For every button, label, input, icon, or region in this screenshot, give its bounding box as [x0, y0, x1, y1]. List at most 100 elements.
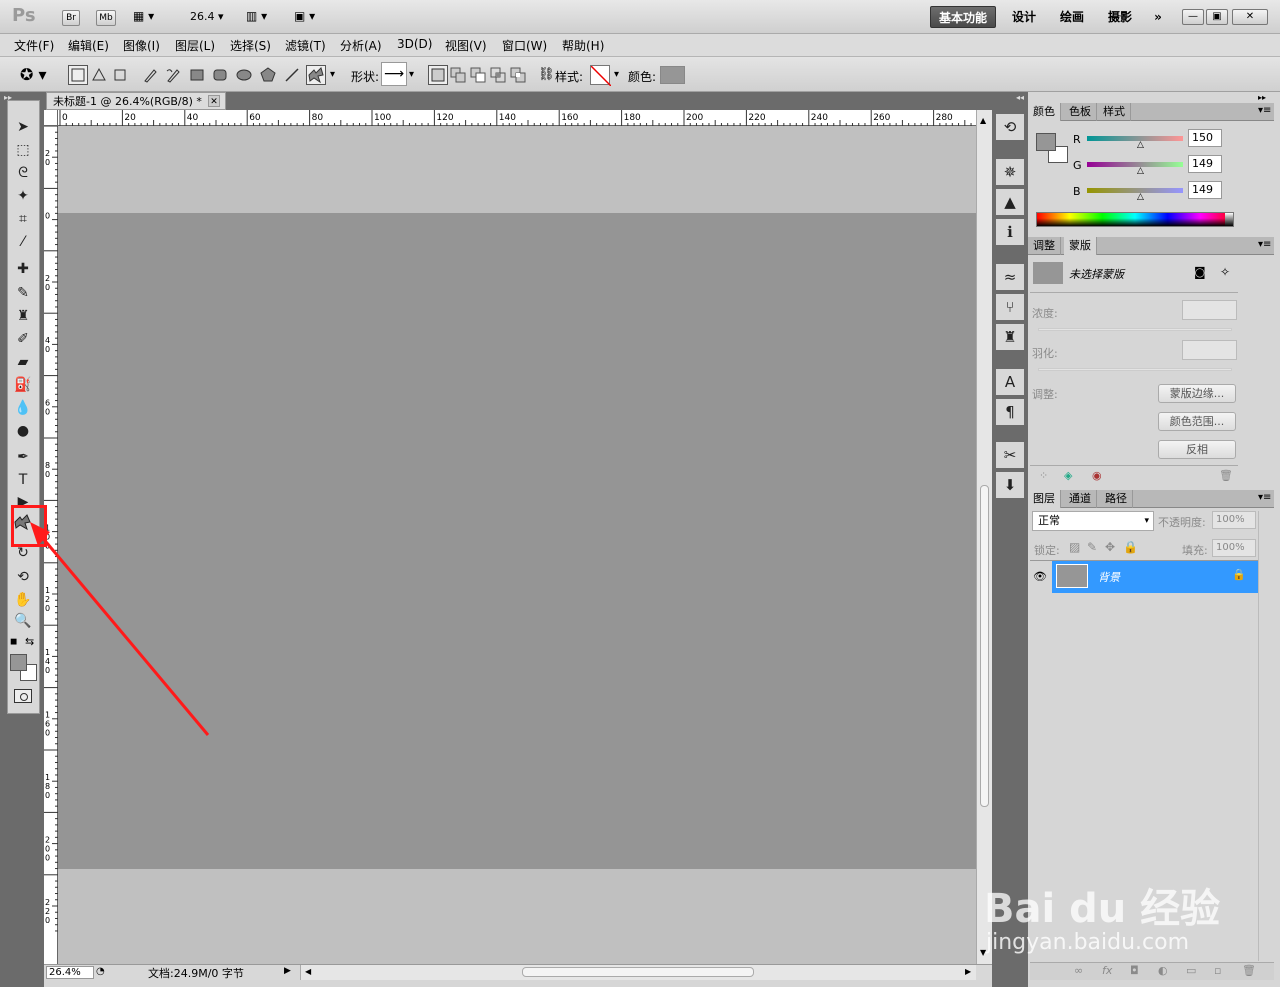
custom-shape-tool-icon[interactable]	[306, 65, 326, 85]
geometry-options-dropdown[interactable]: ▾	[330, 69, 335, 80]
color-swatch[interactable]	[660, 66, 685, 84]
character-panel-icon[interactable]: A	[996, 369, 1024, 395]
apply-mask-icon[interactable]: ◈	[1064, 469, 1072, 482]
link-icon[interactable]: ⛓	[538, 67, 555, 82]
line-tool-icon[interactable]	[282, 65, 302, 85]
layers-panel-menu-icon[interactable]: ▾≡	[1258, 492, 1271, 503]
delete-layer-icon[interactable]: 🗑	[1242, 964, 1256, 977]
add-mask-icon[interactable]: ◘	[1130, 964, 1139, 977]
screen-mode-dropdown[interactable]: ▣ ▾	[294, 9, 315, 23]
status-info-icon[interactable]: ◔	[96, 966, 105, 977]
color-panel-foreground-swatch[interactable]	[1036, 133, 1056, 151]
load-selection-icon[interactable]: ⁘	[1039, 469, 1048, 482]
info-panel-icon[interactable]: ℹ	[996, 219, 1024, 245]
scroll-up-icon[interactable]: ▲	[980, 116, 986, 125]
vertical-scrollbar[interactable]: ▲ ▼	[976, 110, 992, 964]
tab-adjustments[interactable]: 调整	[1028, 237, 1061, 255]
3d-camera-panel-icon[interactable]: ⬇	[996, 472, 1024, 498]
new-group-icon[interactable]: ▭	[1186, 964, 1196, 977]
visibility-eye-icon[interactable]: 👁	[1030, 563, 1050, 591]
create-new-shape-layer-icon[interactable]	[428, 65, 448, 85]
lock-position-icon[interactable]: ✥	[1105, 540, 1115, 554]
close-window-button[interactable]: ✕	[1232, 9, 1268, 25]
scroll-left-icon[interactable]: ◀	[305, 967, 311, 976]
feather-field[interactable]	[1182, 340, 1237, 360]
layer-row-background[interactable]: 背景 🔒	[1052, 561, 1258, 593]
menu-window[interactable]: 窗口(W)	[502, 37, 547, 54]
menu-analysis[interactable]: 分析(A)	[340, 37, 382, 54]
red-slider-thumb[interactable]: △	[1137, 140, 1144, 150]
horizontal-scroll-thumb[interactable]	[522, 967, 754, 977]
status-menu-icon[interactable]: ▶	[284, 966, 291, 976]
more-workspaces-icon[interactable]: »	[1148, 6, 1168, 28]
lock-image-icon[interactable]: ✎	[1087, 540, 1097, 554]
adjustment-layer-icon[interactable]: ◐	[1158, 964, 1168, 977]
color-range-button[interactable]: 颜色范围...	[1158, 412, 1236, 431]
tab-styles[interactable]: 样式	[1098, 103, 1131, 121]
lock-all-icon[interactable]: 🔒	[1123, 540, 1138, 554]
new-layer-icon[interactable]: ▫	[1214, 964, 1221, 977]
tab-color[interactable]: 颜色	[1028, 103, 1061, 121]
opacity-field[interactable]: 100%	[1212, 511, 1256, 529]
restore-button[interactable]: ▣	[1206, 9, 1228, 25]
vector-mask-icon[interactable]: ✧	[1220, 265, 1230, 279]
tool-presets-panel-icon[interactable]: ⑂	[996, 294, 1024, 320]
workspace-design[interactable]: 设计	[1008, 6, 1040, 28]
density-slider[interactable]	[1038, 328, 1232, 331]
history-panel-icon[interactable]: ⟲	[996, 114, 1024, 140]
navigator-panel-icon[interactable]: ✵	[996, 159, 1024, 185]
color-spectrum-bar[interactable]	[1036, 212, 1234, 227]
feather-slider[interactable]	[1038, 368, 1232, 371]
menu-filter[interactable]: 滤镜(T)	[285, 37, 326, 54]
tab-channels[interactable]: 通道	[1064, 490, 1097, 508]
horizontal-scrollbar[interactable]: ◀ ▶	[300, 965, 976, 980]
layer-style-icon[interactable]: fx	[1102, 964, 1112, 977]
status-zoom-field[interactable]: 26.4%	[46, 966, 94, 979]
tab-masks[interactable]: 蒙版	[1064, 237, 1097, 255]
tab-swatches[interactable]: 色板	[1064, 103, 1097, 121]
menu-3d[interactable]: 3D(D)	[397, 37, 432, 51]
3d-panel-icon[interactable]: ✂	[996, 442, 1024, 468]
invert-button[interactable]: 反相	[1158, 440, 1236, 459]
brushes-panel-icon[interactable]: ≈	[996, 264, 1024, 290]
vertical-scroll-thumb[interactable]	[980, 485, 989, 807]
disable-mask-icon[interactable]: ◉	[1092, 469, 1102, 482]
workspace-essentials[interactable]: 基本功能	[930, 6, 996, 28]
green-value-field[interactable]: 149	[1188, 155, 1222, 173]
red-slider[interactable]	[1087, 136, 1183, 141]
lock-transparent-icon[interactable]: ▨	[1069, 540, 1080, 554]
minimize-button[interactable]: —	[1182, 9, 1204, 25]
scroll-right-icon[interactable]: ▶	[965, 967, 971, 976]
menu-help[interactable]: 帮助(H)	[562, 37, 604, 54]
shape-picker-dropdown[interactable]: ▾	[409, 69, 414, 80]
collapse-panels-icon[interactable]: ▸▸	[1258, 93, 1266, 102]
blue-slider-thumb[interactable]: △	[1137, 192, 1144, 202]
mask-edge-button[interactable]: 蒙版边缘...	[1158, 384, 1236, 403]
intersect-shape-areas-icon[interactable]	[488, 65, 508, 85]
density-field[interactable]	[1182, 300, 1237, 320]
paragraph-panel-icon[interactable]: ¶	[996, 399, 1024, 425]
color-panel-menu-icon[interactable]: ▾≡	[1258, 105, 1271, 116]
green-slider[interactable]	[1087, 162, 1183, 167]
blue-slider[interactable]	[1087, 188, 1183, 193]
shape-picker[interactable]: ⟶	[381, 62, 407, 86]
clone-source-panel-icon[interactable]: ♜	[996, 324, 1024, 350]
collapse-dock-icon[interactable]: ◂◂	[1016, 93, 1024, 102]
layers-scrollbar[interactable]	[1258, 511, 1274, 961]
add-to-shape-area-icon[interactable]	[448, 65, 468, 85]
blend-mode-dropdown[interactable]: 正常 ▾	[1032, 511, 1154, 531]
workspace-painting[interactable]: 绘画	[1056, 6, 1088, 28]
red-value-field[interactable]: 150	[1188, 129, 1222, 147]
subtract-from-shape-area-icon[interactable]	[468, 65, 488, 85]
fill-field[interactable]: 100%	[1212, 539, 1256, 557]
style-picker[interactable]	[590, 65, 611, 86]
link-layers-icon[interactable]: ∞	[1074, 964, 1083, 977]
style-picker-dropdown[interactable]: ▾	[614, 69, 619, 80]
workspace-photography[interactable]: 摄影	[1104, 6, 1136, 28]
exclude-overlapping-shape-areas-icon[interactable]	[508, 65, 528, 85]
polygon-tool-icon[interactable]	[258, 65, 278, 85]
histogram-panel-icon[interactable]: ▲	[996, 189, 1024, 215]
blue-value-field[interactable]: 149	[1188, 181, 1222, 199]
masks-panel-menu-icon[interactable]: ▾≡	[1258, 239, 1271, 250]
green-slider-thumb[interactable]: △	[1137, 166, 1144, 176]
